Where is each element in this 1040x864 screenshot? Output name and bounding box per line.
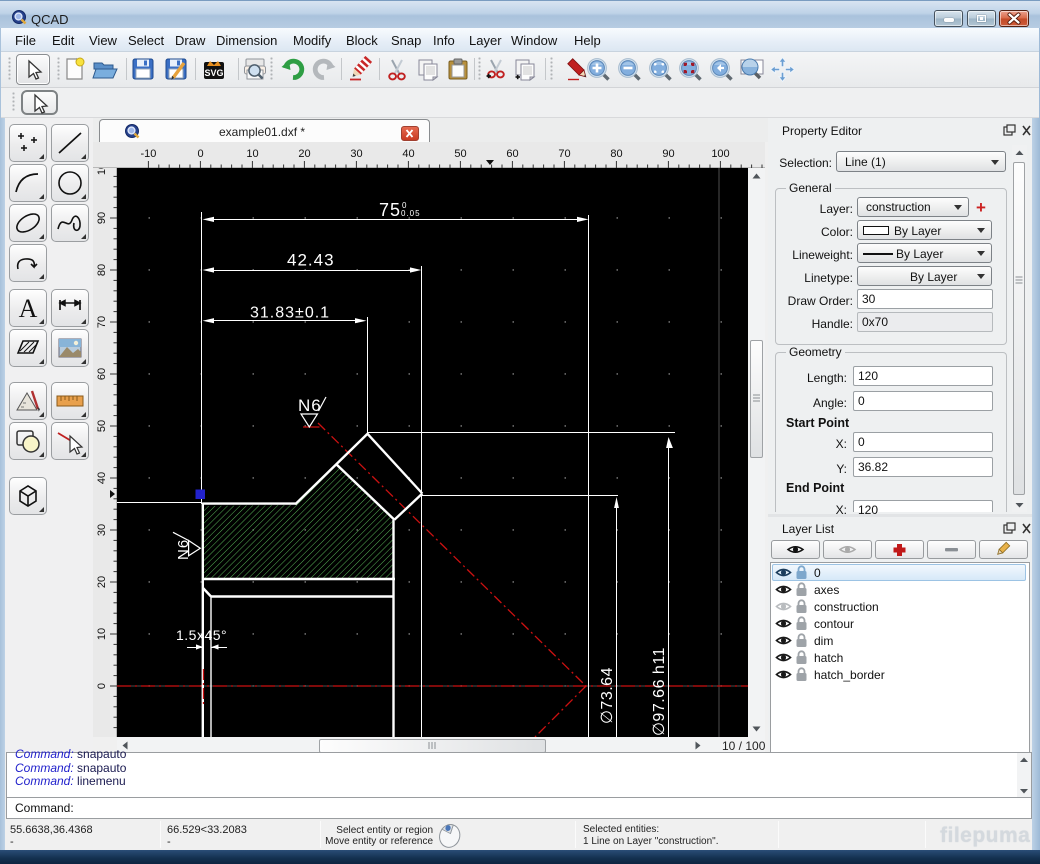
svg-text:60: 60 — [506, 148, 518, 160]
svg-text:75: 75 — [379, 200, 401, 220]
svg-text:30: 30 — [350, 148, 362, 160]
svg-text:100: 100 — [96, 168, 108, 175]
svg-text:20: 20 — [96, 576, 108, 588]
svg-text:A: A — [18, 294, 37, 323]
svg-text:N6: N6 — [175, 539, 192, 560]
svg-text:SVG: SVG — [204, 68, 223, 78]
svg-text:80: 80 — [610, 148, 622, 160]
svg-text:N6: N6 — [298, 396, 322, 415]
svg-text:-10: -10 — [140, 148, 156, 160]
svg-text:0.05: 0.05 — [401, 209, 421, 218]
svg-text:50: 50 — [96, 420, 108, 432]
svg-text:1.5x45°: 1.5x45° — [176, 627, 227, 643]
svg-text:∅97.66 h11: ∅97.66 h11 — [651, 647, 668, 736]
svg-text:80: 80 — [96, 264, 108, 276]
svg-text:10: 10 — [96, 628, 108, 640]
svg-text:70: 70 — [558, 148, 570, 160]
svg-text:90: 90 — [96, 212, 108, 224]
svg-text:70: 70 — [96, 316, 108, 328]
svg-text:31.83±0.1: 31.83±0.1 — [250, 305, 330, 322]
svg-text:60: 60 — [96, 368, 108, 380]
svg-text:40: 40 — [402, 148, 414, 160]
svg-text:30: 30 — [96, 524, 108, 536]
svg-text:90: 90 — [662, 148, 674, 160]
svg-text:40: 40 — [96, 472, 108, 484]
svg-text:10: 10 — [246, 148, 258, 160]
svg-text:20: 20 — [298, 148, 310, 160]
svg-text:0: 0 — [96, 683, 108, 689]
svg-text:∅73.64: ∅73.64 — [599, 667, 616, 724]
svg-text:0: 0 — [197, 148, 203, 160]
svg-text:42.43: 42.43 — [287, 251, 335, 270]
svg-text:50: 50 — [454, 148, 466, 160]
svg-text:100: 100 — [711, 148, 729, 160]
